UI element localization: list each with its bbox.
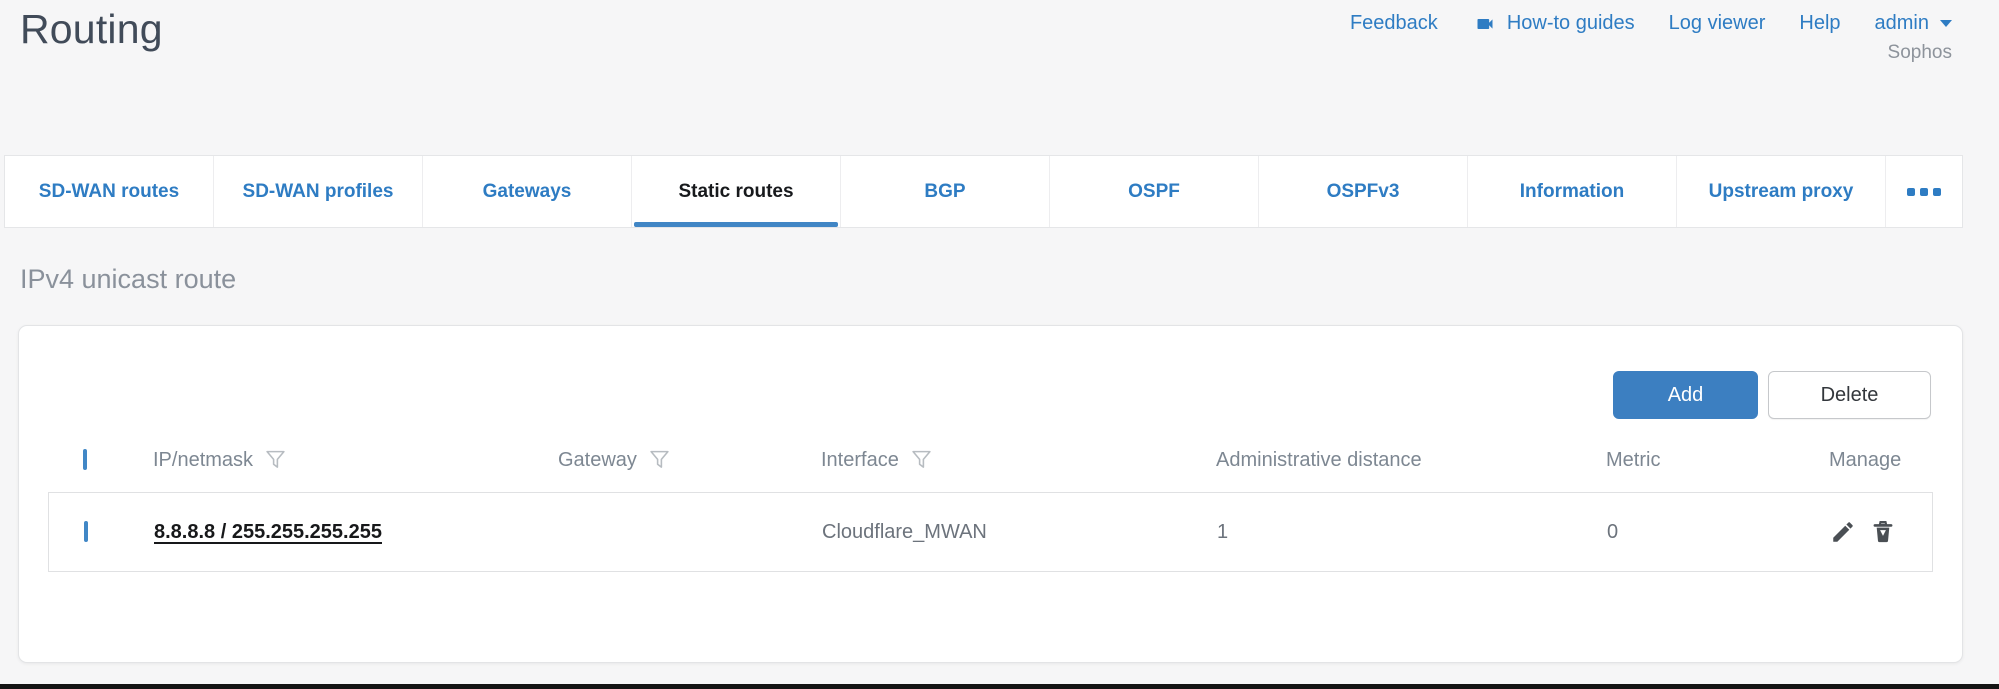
feedback-label: Feedback [1350,12,1438,35]
window-bottom-edge [0,684,1999,689]
page-title: Routing [20,6,163,53]
filter-icon[interactable] [649,449,670,471]
more-tabs-button[interactable] [1886,156,1962,227]
tab-upstream-proxy[interactable]: Upstream proxy [1677,156,1886,227]
route-admin-distance-value: 1 [1205,521,1595,544]
log-viewer-link[interactable]: Log viewer [1669,12,1766,35]
edit-pencil-icon[interactable] [1830,519,1856,545]
route-ip-netmask-link[interactable]: 8.8.8.8 / 255.255.255.255 [154,521,382,543]
routing-page: Routing Feedback How-to guides Log viewe… [0,0,1999,689]
routes-panel: Add Delete IP/netmask Gateway Interface [18,325,1963,663]
tab-information[interactable]: Information [1468,156,1677,227]
column-header-admin-distance: Administrative distance [1204,449,1594,472]
row-checkbox[interactable] [84,521,88,542]
log-viewer-label: Log viewer [1669,12,1766,35]
top-navigation: Feedback How-to guides Log viewer Help a… [1350,12,1952,64]
section-heading: IPv4 unicast route [20,264,236,295]
select-all-checkbox[interactable] [83,449,87,470]
tab-gateways[interactable]: Gateways [423,156,632,227]
route-interface-value: Cloudflare_MWAN [810,521,1205,544]
tab-sdwan-routes[interactable]: SD-WAN routes [5,156,214,227]
brand-label: Sophos [1888,42,1952,64]
chevron-down-icon [1940,20,1952,27]
column-header-gateway: Gateway [546,449,809,472]
routing-tabs: SD-WAN routes SD-WAN profiles Gateways S… [4,155,1963,228]
delete-trash-icon[interactable] [1870,519,1896,545]
howto-guides-label: How-to guides [1507,12,1635,35]
tab-static-routes[interactable]: Static routes [632,156,841,227]
admin-label: admin [1875,12,1929,35]
column-header-ip-netmask: IP/netmask [141,449,546,472]
video-camera-icon [1472,14,1498,34]
table-row: 8.8.8.8 / 255.255.255.255 Cloudflare_MWA… [48,492,1933,572]
tab-ospfv3[interactable]: OSPFv3 [1259,156,1468,227]
table-header: IP/netmask Gateway Interface Administrat… [48,436,1933,484]
help-label: Help [1799,12,1840,35]
delete-button[interactable]: Delete [1768,371,1931,419]
column-header-metric: Metric [1594,449,1769,472]
help-link[interactable]: Help [1799,12,1840,35]
admin-menu[interactable]: admin [1875,12,1952,35]
ellipsis-icon [1907,188,1915,196]
tab-bgp[interactable]: BGP [841,156,1050,227]
filter-icon[interactable] [911,449,932,471]
filter-icon[interactable] [265,449,286,471]
column-header-interface: Interface [809,449,1204,472]
tab-sdwan-profiles[interactable]: SD-WAN profiles [214,156,423,227]
tab-ospf[interactable]: OSPF [1050,156,1259,227]
feedback-link[interactable]: Feedback [1350,12,1438,35]
howto-guides-link[interactable]: How-to guides [1472,12,1635,35]
add-button[interactable]: Add [1613,371,1758,419]
route-metric-value: 0 [1595,521,1770,544]
column-header-manage: Manage [1769,449,1933,472]
